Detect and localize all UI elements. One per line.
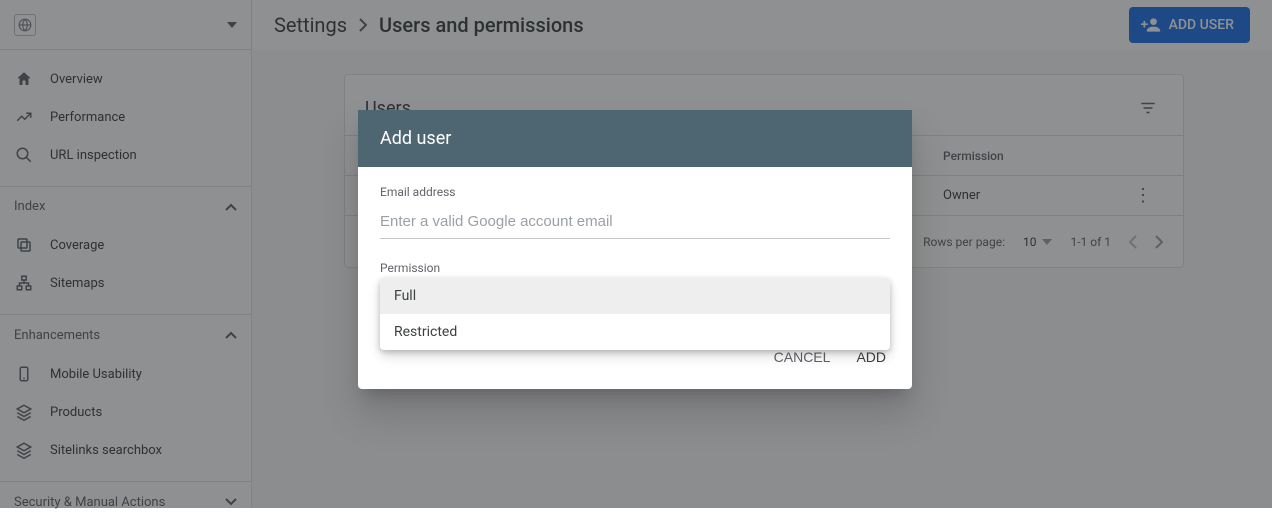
add-user-dialog: Add user Email address Permission Full R…: [358, 110, 912, 389]
permission-label: Permission: [380, 261, 890, 275]
permission-option-full[interactable]: Full: [380, 278, 890, 314]
email-label: Email address: [380, 185, 890, 199]
dialog-title: Add user: [358, 110, 912, 167]
permission-dropdown: Full Restricted: [380, 278, 890, 350]
email-input[interactable]: [380, 207, 890, 239]
permission-option-restricted[interactable]: Restricted: [380, 314, 890, 350]
